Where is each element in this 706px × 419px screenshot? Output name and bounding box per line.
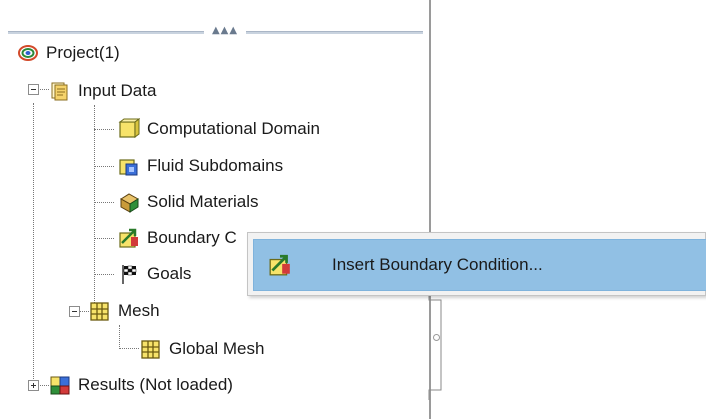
tree-line bbox=[119, 348, 139, 349]
insert-boundary-condition-icon bbox=[269, 254, 290, 276]
tree-node-label: Fluid Subdomains bbox=[147, 156, 284, 175]
global-mesh-icon bbox=[141, 340, 160, 359]
tree-node-goals[interactable]: Goals bbox=[118, 259, 191, 289]
tree-line bbox=[94, 202, 114, 203]
tree-line bbox=[94, 105, 95, 313]
results-icon bbox=[50, 376, 70, 395]
tree-line bbox=[94, 129, 114, 130]
menu-item-label: Insert Boundary Condition... bbox=[332, 255, 543, 274]
tree-line bbox=[94, 274, 114, 275]
tree-node-label: Mesh bbox=[118, 301, 160, 320]
goals-flag-icon bbox=[122, 265, 137, 284]
context-menu: Insert Boundary Condition... bbox=[247, 232, 706, 296]
splitter-grip[interactable]: ▲▲▲ bbox=[204, 26, 246, 36]
tree-line bbox=[40, 89, 49, 90]
tree-line bbox=[80, 311, 89, 312]
menu-item-insert-boundary-condition[interactable]: Insert Boundary Condition... bbox=[253, 239, 706, 291]
tree-line bbox=[94, 166, 114, 167]
results-expand-toggle[interactable] bbox=[28, 380, 39, 391]
mesh-icon bbox=[90, 302, 109, 321]
graphics-area[interactable] bbox=[431, 0, 706, 419]
tree-node-label: Project(1) bbox=[46, 43, 120, 62]
tree-node-label: Computational Domain bbox=[147, 119, 320, 138]
boundary-conditions-icon bbox=[119, 228, 138, 248]
panel-splitter[interactable]: ▲▲▲ bbox=[8, 26, 423, 36]
tree-node-label: Results (Not loaded) bbox=[78, 375, 233, 394]
tree-node-solid-materials[interactable]: Solid Materials bbox=[118, 187, 259, 217]
input-data-collapse-toggle[interactable] bbox=[28, 84, 39, 95]
tree-node-label: Boundary C bbox=[147, 228, 237, 247]
solid-materials-icon bbox=[120, 193, 139, 213]
tree-node-global-mesh[interactable]: Global Mesh bbox=[140, 334, 264, 364]
tree-node-label: Solid Materials bbox=[147, 192, 259, 211]
input-data-icon bbox=[51, 82, 68, 101]
project-icon bbox=[18, 45, 38, 61]
tree-node-input-data[interactable]: Input Data bbox=[49, 76, 156, 106]
tree-line bbox=[119, 325, 120, 349]
tree-node-mesh[interactable]: Mesh bbox=[89, 296, 160, 326]
fluid-subdomains-icon bbox=[119, 159, 138, 176]
tree-node-label: Input Data bbox=[78, 81, 157, 100]
computational-domain-icon bbox=[118, 118, 140, 138]
tree-line bbox=[94, 238, 114, 239]
resize-handle-dot[interactable] bbox=[433, 334, 440, 341]
tree-node-label: Goals bbox=[147, 264, 192, 283]
tree-line bbox=[33, 103, 34, 385]
tree-node-fluid-subdomains[interactable]: Fluid Subdomains bbox=[118, 151, 283, 181]
mesh-collapse-toggle[interactable] bbox=[69, 306, 80, 317]
tree-node-project[interactable]: Project(1) bbox=[17, 38, 120, 68]
project-tree-panel: ▲▲▲ Project(1) Input Data Computational … bbox=[0, 0, 430, 419]
tree-node-boundary-conditions[interactable]: Boundary C bbox=[118, 223, 237, 253]
panel-edge-notch bbox=[428, 290, 442, 400]
tree-line bbox=[40, 385, 49, 386]
tree-node-computational-domain[interactable]: Computational Domain bbox=[118, 114, 320, 144]
tree-node-results[interactable]: Results (Not loaded) bbox=[49, 370, 233, 400]
tree-node-label: Global Mesh bbox=[169, 339, 265, 358]
